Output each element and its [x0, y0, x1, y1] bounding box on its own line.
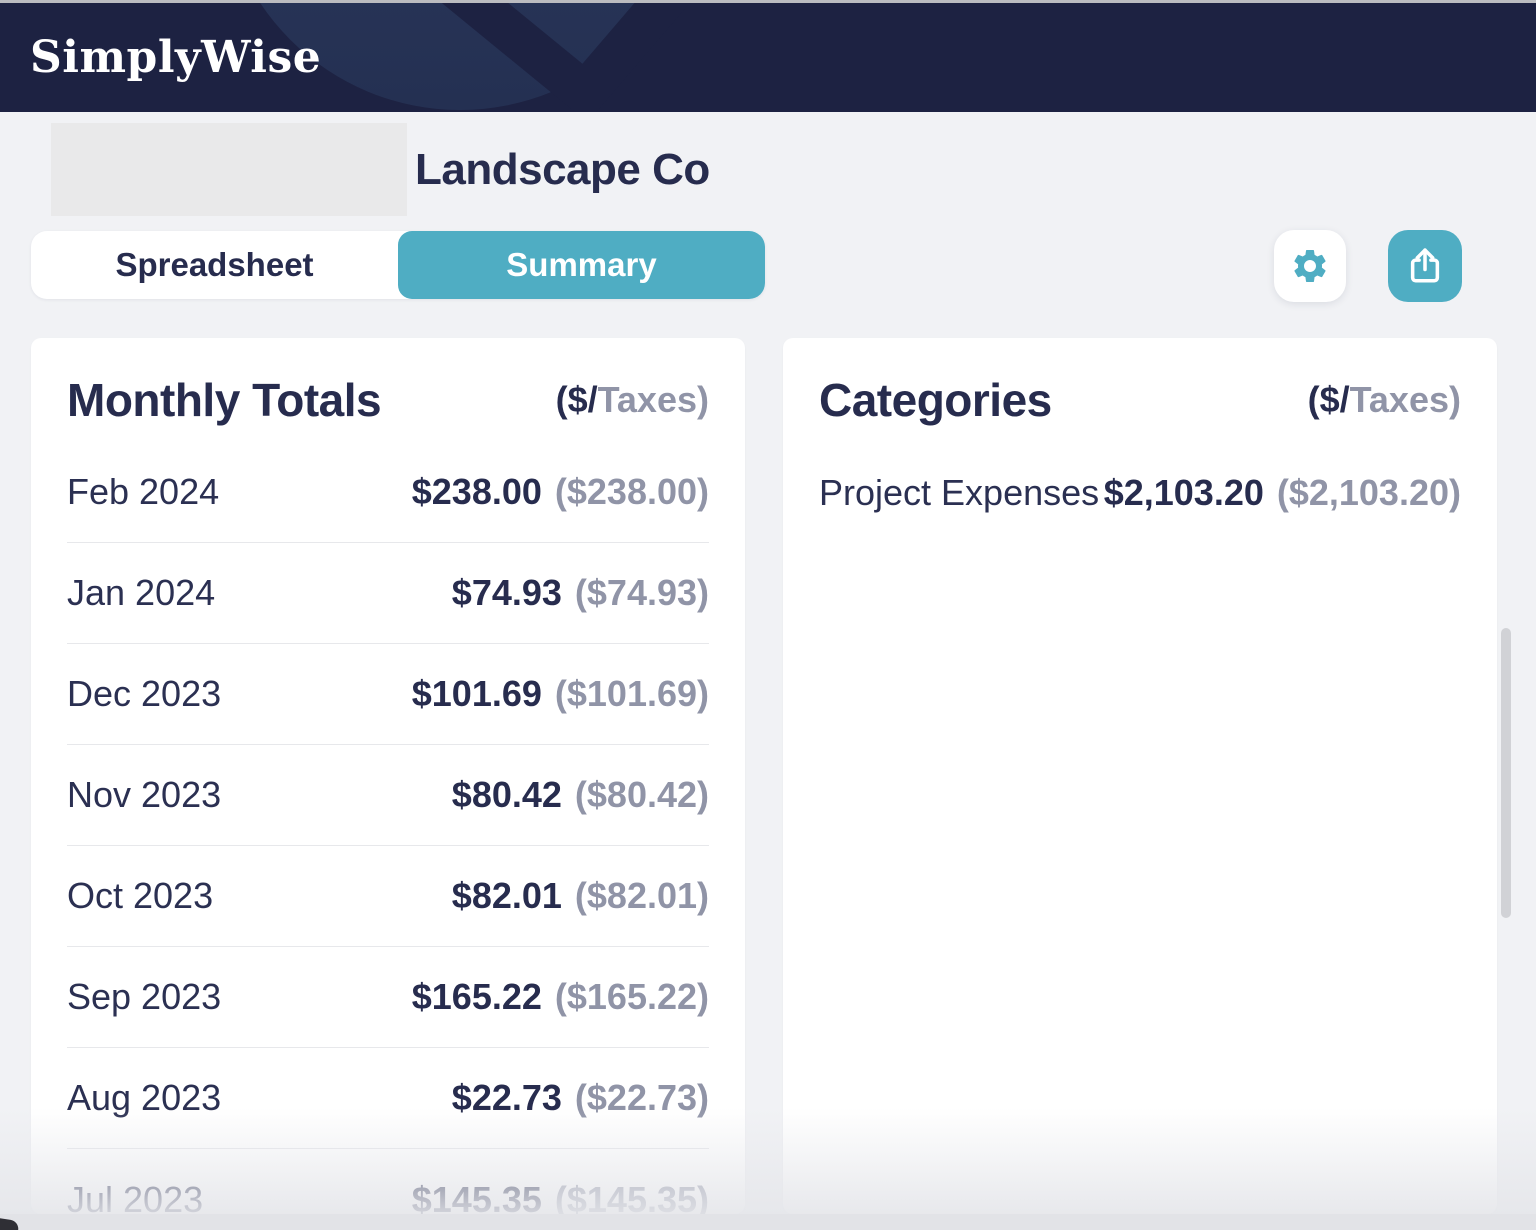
- monthly-totals-card: Monthly Totals ($/Taxes) Feb 2024 $238.0…: [31, 338, 745, 1214]
- row-values: $74.93 ($74.93): [452, 572, 709, 614]
- settings-button[interactable]: [1274, 230, 1346, 302]
- tab-spreadsheet[interactable]: Spreadsheet: [31, 231, 398, 299]
- row-taxes-amount: ($82.01): [575, 875, 709, 917]
- currency-taxes-units-label: ($/Taxes): [1308, 379, 1461, 421]
- row-label: Feb 2024: [67, 471, 219, 513]
- summary-row: Aug 2023 $22.73 ($22.73): [67, 1048, 709, 1149]
- summary-row: Dec 2023 $101.69 ($101.69): [67, 644, 709, 745]
- row-label: Jan 2024: [67, 572, 215, 614]
- summary-row: Feb 2024 $238.00 ($238.00): [67, 442, 709, 543]
- row-taxes-amount: ($74.93): [575, 572, 709, 614]
- monthly-totals-list: Feb 2024 $238.00 ($238.00) Jan 2024 $74.…: [67, 442, 709, 1230]
- row-values: $238.00 ($238.00): [412, 471, 709, 513]
- gear-icon: [1290, 246, 1330, 286]
- tab-summary[interactable]: Summary: [398, 231, 765, 299]
- row-label: Project Expenses: [819, 472, 1099, 514]
- view-tabs: Spreadsheet Summary: [31, 231, 765, 299]
- row-label: Oct 2023: [67, 875, 213, 917]
- row-amount: $82.01: [452, 875, 562, 917]
- row-label: Nov 2023: [67, 774, 221, 816]
- row-values: $2,103.20 ($2,103.20): [1104, 472, 1461, 514]
- app-logo: SimplyWise: [30, 3, 321, 112]
- row-values: $22.73 ($22.73): [452, 1077, 709, 1119]
- categories-card: Categories ($/Taxes) Project Expenses $2…: [783, 338, 1497, 1214]
- summary-row: Sep 2023 $165.22 ($165.22): [67, 947, 709, 1048]
- summary-row: Jan 2024 $74.93 ($74.93): [67, 543, 709, 644]
- app-header: SimplyWise: [0, 3, 1536, 112]
- summary-row: Project Expenses $2,103.20 ($2,103.20): [819, 442, 1461, 543]
- row-label: Aug 2023: [67, 1077, 221, 1119]
- row-values: $165.22 ($165.22): [412, 976, 709, 1018]
- row-amount: $22.73: [452, 1077, 562, 1119]
- row-taxes-amount: ($2,103.20): [1277, 472, 1461, 514]
- categories-list: Project Expenses $2,103.20 ($2,103.20): [819, 442, 1461, 543]
- row-taxes-amount: ($80.42): [575, 774, 709, 816]
- row-amount: $80.42: [452, 774, 562, 816]
- vertical-scrollbar[interactable]: [1501, 628, 1511, 918]
- row-amount: $74.93: [452, 572, 562, 614]
- export-button[interactable]: [1388, 230, 1462, 302]
- row-values: $101.69 ($101.69): [412, 673, 709, 715]
- row-taxes-amount: ($101.69): [555, 673, 709, 715]
- share-icon: [1405, 246, 1445, 286]
- summary-row: Oct 2023 $82.01 ($82.01): [67, 846, 709, 947]
- row-taxes-amount: ($238.00): [555, 471, 709, 513]
- row-values: $80.42 ($80.42): [452, 774, 709, 816]
- row-taxes-amount: ($22.73): [575, 1077, 709, 1119]
- page-title: Landscape Co: [415, 123, 710, 216]
- monthly-totals-title: Monthly Totals: [67, 373, 381, 427]
- row-amount: $238.00: [412, 471, 542, 513]
- row-taxes-amount: ($165.22): [555, 976, 709, 1018]
- redacted-account-block: [51, 123, 407, 216]
- currency-taxes-units-label: ($/Taxes): [556, 379, 709, 421]
- row-amount: $165.22: [412, 976, 542, 1018]
- row-amount: $101.69: [412, 673, 542, 715]
- summary-row: Nov 2023 $80.42 ($80.42): [67, 745, 709, 846]
- categories-title: Categories: [819, 373, 1052, 427]
- row-label: Dec 2023: [67, 673, 221, 715]
- row-values: $82.01 ($82.01): [452, 875, 709, 917]
- row-amount: $2,103.20: [1104, 472, 1264, 514]
- row-label: Sep 2023: [67, 976, 221, 1018]
- bottom-edge-strip: [0, 1214, 1536, 1230]
